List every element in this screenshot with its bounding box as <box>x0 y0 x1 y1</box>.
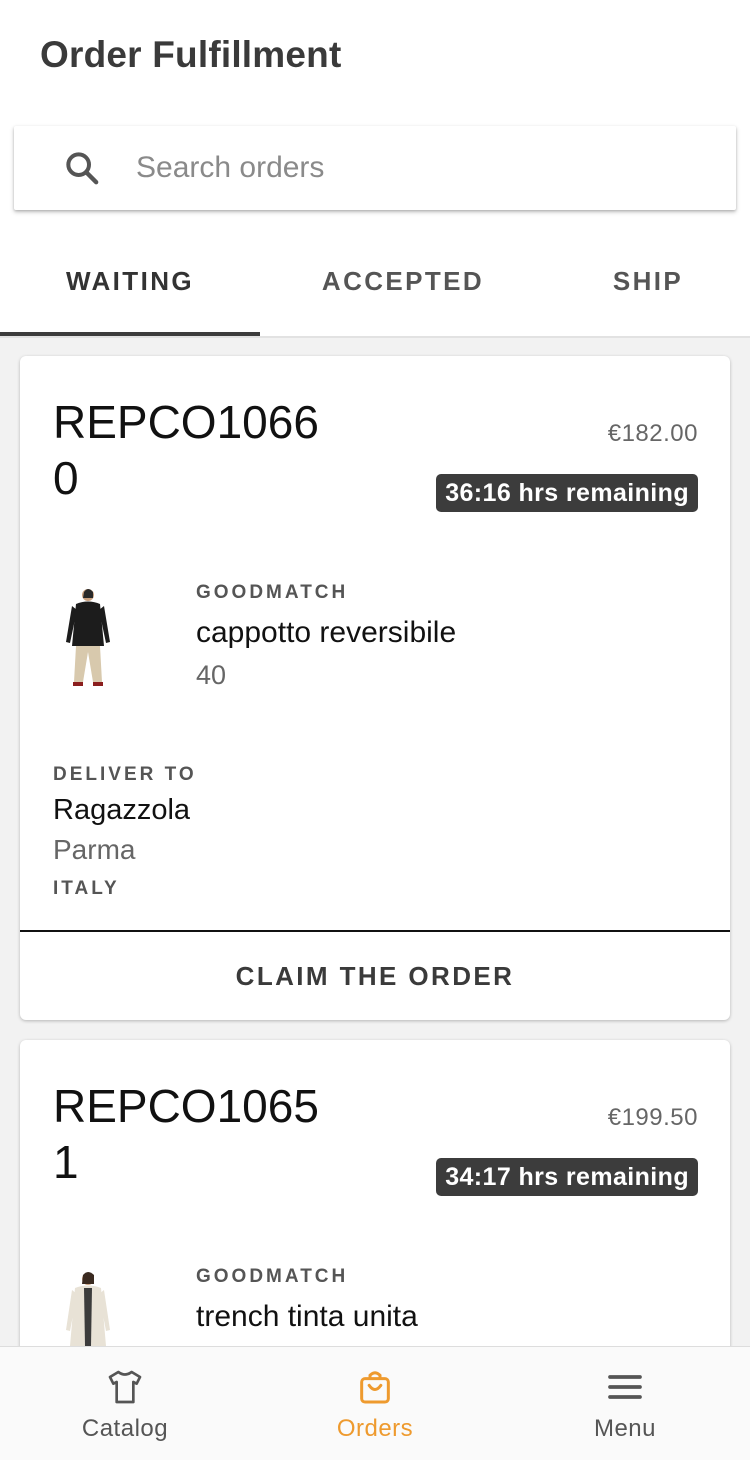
nav-catalog[interactable]: Catalog <box>0 1347 250 1460</box>
page-title: Order Fulfillment <box>40 34 342 75</box>
nav-menu[interactable]: Menu <box>500 1347 750 1460</box>
nav-label: Catalog <box>81 1415 169 1442</box>
product-brand: GOODMATCH <box>196 582 349 603</box>
order-price: €182.00 <box>607 420 698 447</box>
deliver-to-label: DELIVER TO <box>53 764 197 785</box>
shopping-bag-icon <box>360 1371 390 1404</box>
product-brand: GOODMATCH <box>196 1266 349 1287</box>
nav-orders[interactable]: Orders <box>250 1347 500 1460</box>
order-status-tabs: WAITING ACCEPTED SHIP <box>0 228 750 338</box>
order-card: REPCO10660 €182.00 36:16 hrs remaining G… <box>20 356 730 1020</box>
deliver-city: Parma <box>53 834 136 865</box>
nav-label: Menu <box>593 1415 657 1442</box>
tab-ship[interactable]: SHIP <box>560 228 736 334</box>
search-bar[interactable] <box>14 126 736 210</box>
search-icon <box>66 152 99 185</box>
order-price: €199.50 <box>607 1104 698 1131</box>
time-remaining-badge: 34:17 hrs remaining <box>436 1158 698 1196</box>
tshirt-icon <box>108 1370 142 1404</box>
deliver-country: ITALY <box>53 878 120 899</box>
tab-accepted[interactable]: ACCEPTED <box>270 228 536 334</box>
deliver-name: Ragazzola <box>53 794 191 826</box>
order-card: REPCO10651 €199.50 34:17 hrs remaining G… <box>20 1040 730 1346</box>
app-bar: Order Fulfillment <box>0 0 750 112</box>
order-id: REPCO10651 <box>53 1080 319 1188</box>
nav-label: Orders <box>336 1415 414 1442</box>
product-name: cappotto reversibile <box>196 616 457 649</box>
claim-order-button[interactable]: CLAIM THE ORDER <box>20 932 730 1020</box>
search-input[interactable] <box>136 144 696 192</box>
orders-list[interactable]: REPCO10660 €182.00 36:16 hrs remaining G… <box>0 338 750 1346</box>
bottom-navigation: Catalog Orders Menu <box>0 1346 750 1460</box>
product-name: trench tinta unita <box>196 1300 418 1333</box>
product-size: 40 <box>196 660 227 690</box>
product-image <box>66 589 110 686</box>
active-tab-indicator <box>0 332 260 336</box>
product-image <box>66 1272 110 1346</box>
order-id: REPCO10660 <box>53 396 319 504</box>
time-remaining-badge: 36:16 hrs remaining <box>436 474 698 512</box>
tab-waiting[interactable]: WAITING <box>0 228 260 334</box>
hamburger-menu-icon <box>608 1375 642 1399</box>
